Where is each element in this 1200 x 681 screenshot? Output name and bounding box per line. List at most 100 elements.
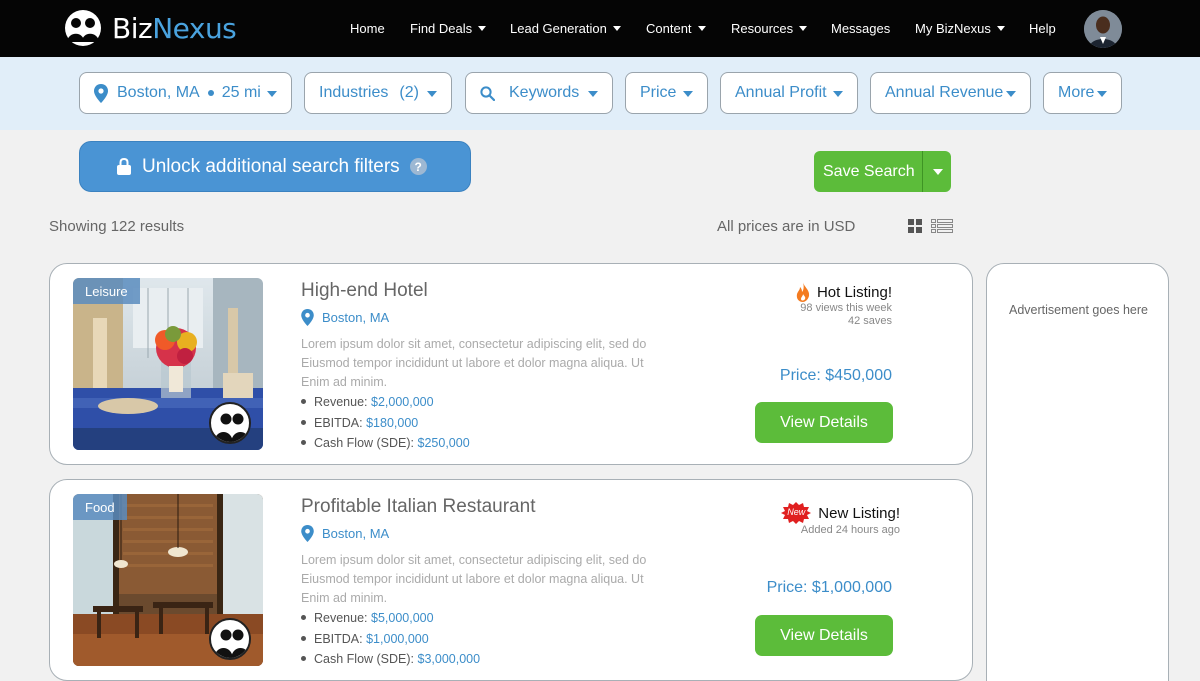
listing-card[interactable]: Leisure High-end Hotel Boston, MA Lorem … xyxy=(49,263,973,465)
map-pin-icon xyxy=(301,309,314,326)
chevron-down-icon xyxy=(697,26,706,31)
unlock-filters-button[interactable]: Unlock additional search filters ? xyxy=(79,141,471,192)
nav-find-deals-label: Find Deals xyxy=(410,21,473,36)
ebitda-value: $180,000 xyxy=(366,416,419,430)
chevron-down-icon xyxy=(683,91,693,97)
nav-messages-label: Messages xyxy=(831,21,891,36)
cashflow-label: Cash Flow (SDE): xyxy=(314,436,415,450)
nav-help[interactable]: Help xyxy=(1029,21,1056,36)
ebitda-stat: EBITDA: $1,000,000 xyxy=(301,632,429,646)
currency-note: All prices are in USD xyxy=(717,218,856,235)
biznexus-logo[interactable]: BizNexus xyxy=(62,9,237,47)
revenue-value: $2,000,000 xyxy=(371,395,434,409)
cashflow-value: $3,000,000 xyxy=(417,652,481,666)
nav-my-biznexus-label: My BizNexus xyxy=(915,21,991,36)
chevron-down-icon xyxy=(833,91,843,97)
listing-card[interactable]: Food Profitable Italian Restaurant Bosto… xyxy=(49,479,973,681)
advertisement-text: Advertisement goes here xyxy=(1009,303,1148,317)
keywords-filter[interactable]: Keywords xyxy=(465,72,613,114)
help-icon[interactable]: ? xyxy=(409,158,427,175)
category-tag: Food xyxy=(73,494,127,520)
location-filter-label: Boston, MA xyxy=(117,84,200,101)
badge-title: New Listing! xyxy=(818,504,900,522)
view-details-button[interactable]: View Details xyxy=(755,615,893,656)
nav-messages[interactable]: Messages xyxy=(831,21,890,36)
save-search-label: Save Search xyxy=(823,163,915,180)
chevron-down-icon xyxy=(612,26,621,31)
chevron-down-icon xyxy=(996,26,1005,31)
listing-description: Lorem ipsum dolor sit amet, consectetur … xyxy=(301,553,647,605)
broker-seal-icon xyxy=(209,618,251,660)
listing-title[interactable]: High-end Hotel xyxy=(301,280,428,302)
listing-price: Price: $1,000,000 xyxy=(766,579,892,596)
new-listing-badge: New New Listing! Added 24 hours ago xyxy=(781,502,900,537)
industries-filter[interactable]: Industries (2) xyxy=(304,72,452,114)
results-count: Showing 122 results xyxy=(49,218,185,235)
more-filters-label: More xyxy=(1058,84,1095,101)
chevron-down-icon xyxy=(267,91,277,97)
logo-people-icon xyxy=(65,10,101,46)
chevron-down-icon xyxy=(799,26,808,31)
listing-location: Boston, MA xyxy=(301,525,389,542)
nav-help-label: Help xyxy=(1029,21,1056,36)
nav-lead-generation-label: Lead Generation xyxy=(510,21,607,36)
view-details-button[interactable]: View Details xyxy=(755,402,893,443)
annual-profit-filter-label: Annual Profit xyxy=(735,84,827,101)
chevron-down-icon xyxy=(1097,91,1107,97)
listing-photo-restaurant[interactable]: Food xyxy=(73,494,263,666)
listing-title[interactable]: Profitable Italian Restaurant xyxy=(301,496,535,518)
badge-added-time: Added 24 hours ago xyxy=(800,524,900,536)
chevron-down-icon xyxy=(1006,91,1016,97)
top-navigation-bar: BizNexus Home Find Deals Lead Generation… xyxy=(0,0,1200,57)
chevron-down-icon xyxy=(427,91,437,97)
nav-content[interactable]: Content xyxy=(646,21,706,36)
ebitda-stat: EBITDA: $180,000 xyxy=(301,416,418,430)
user-avatar[interactable] xyxy=(1084,10,1122,48)
nav-resources[interactable]: Resources xyxy=(731,21,808,36)
listing-photo-hotel-lobby[interactable]: Leisure xyxy=(73,278,263,450)
cashflow-value: $250,000 xyxy=(417,436,470,450)
keywords-filter-label: Keywords xyxy=(509,84,580,101)
price-filter[interactable]: Price xyxy=(625,72,708,114)
ebitda-label: EBITDA: xyxy=(314,632,363,646)
nav-lead-generation[interactable]: Lead Generation xyxy=(510,21,621,36)
nav-my-biznexus[interactable]: My BizNexus xyxy=(915,21,1005,36)
annual-revenue-filter[interactable]: Annual Revenue xyxy=(870,72,1031,114)
advertisement-panel[interactable]: Advertisement goes here xyxy=(986,263,1169,681)
cashflow-stat: Cash Flow (SDE): $250,000 xyxy=(301,436,470,450)
nav-home[interactable]: Home xyxy=(350,21,385,36)
grid-view-icon[interactable] xyxy=(908,219,922,233)
annual-profit-filter[interactable]: Annual Profit xyxy=(720,72,858,114)
listing-location-label: Boston, MA xyxy=(322,526,390,541)
lock-icon xyxy=(117,158,131,175)
listing-location-label: Boston, MA xyxy=(322,310,390,325)
chevron-down-icon xyxy=(588,91,598,97)
nav-content-label: Content xyxy=(646,21,692,36)
list-view-icon[interactable] xyxy=(931,219,953,233)
annual-revenue-filter-label: Annual Revenue xyxy=(885,84,1004,101)
chevron-down-icon xyxy=(478,26,487,31)
new-sticker-icon: New xyxy=(781,502,812,524)
revenue-stat: Revenue: $5,000,000 xyxy=(301,611,434,625)
view-details-label: View Details xyxy=(780,626,868,644)
save-search-button[interactable]: Save Search xyxy=(814,151,951,192)
cashflow-label: Cash Flow (SDE): xyxy=(314,652,415,666)
chevron-down-icon[interactable] xyxy=(933,169,943,175)
logo-wordmark-part1: Biz xyxy=(112,11,153,45)
more-filters[interactable]: More xyxy=(1043,72,1122,114)
hot-listing-badge: Hot Listing! 98 views this week 42 saves xyxy=(796,282,892,328)
flame-icon xyxy=(796,282,810,302)
split-divider xyxy=(922,151,923,192)
new-sticker-label: New xyxy=(787,507,806,517)
revenue-stat: Revenue: $2,000,000 xyxy=(301,395,434,409)
logo-wordmark: BizNexus xyxy=(112,11,237,45)
industries-filter-count: (2) xyxy=(399,84,419,101)
broker-seal-icon xyxy=(209,402,251,444)
ebitda-value: $1,000,000 xyxy=(366,632,429,646)
nav-find-deals[interactable]: Find Deals xyxy=(410,21,487,36)
location-filter[interactable]: Boston, MA 25 mi xyxy=(79,72,292,114)
listing-price: Price: $450,000 xyxy=(779,367,892,384)
revenue-label: Revenue: xyxy=(314,395,368,409)
badge-saves: 42 saves xyxy=(847,315,892,327)
industries-filter-label: Industries xyxy=(319,84,389,101)
